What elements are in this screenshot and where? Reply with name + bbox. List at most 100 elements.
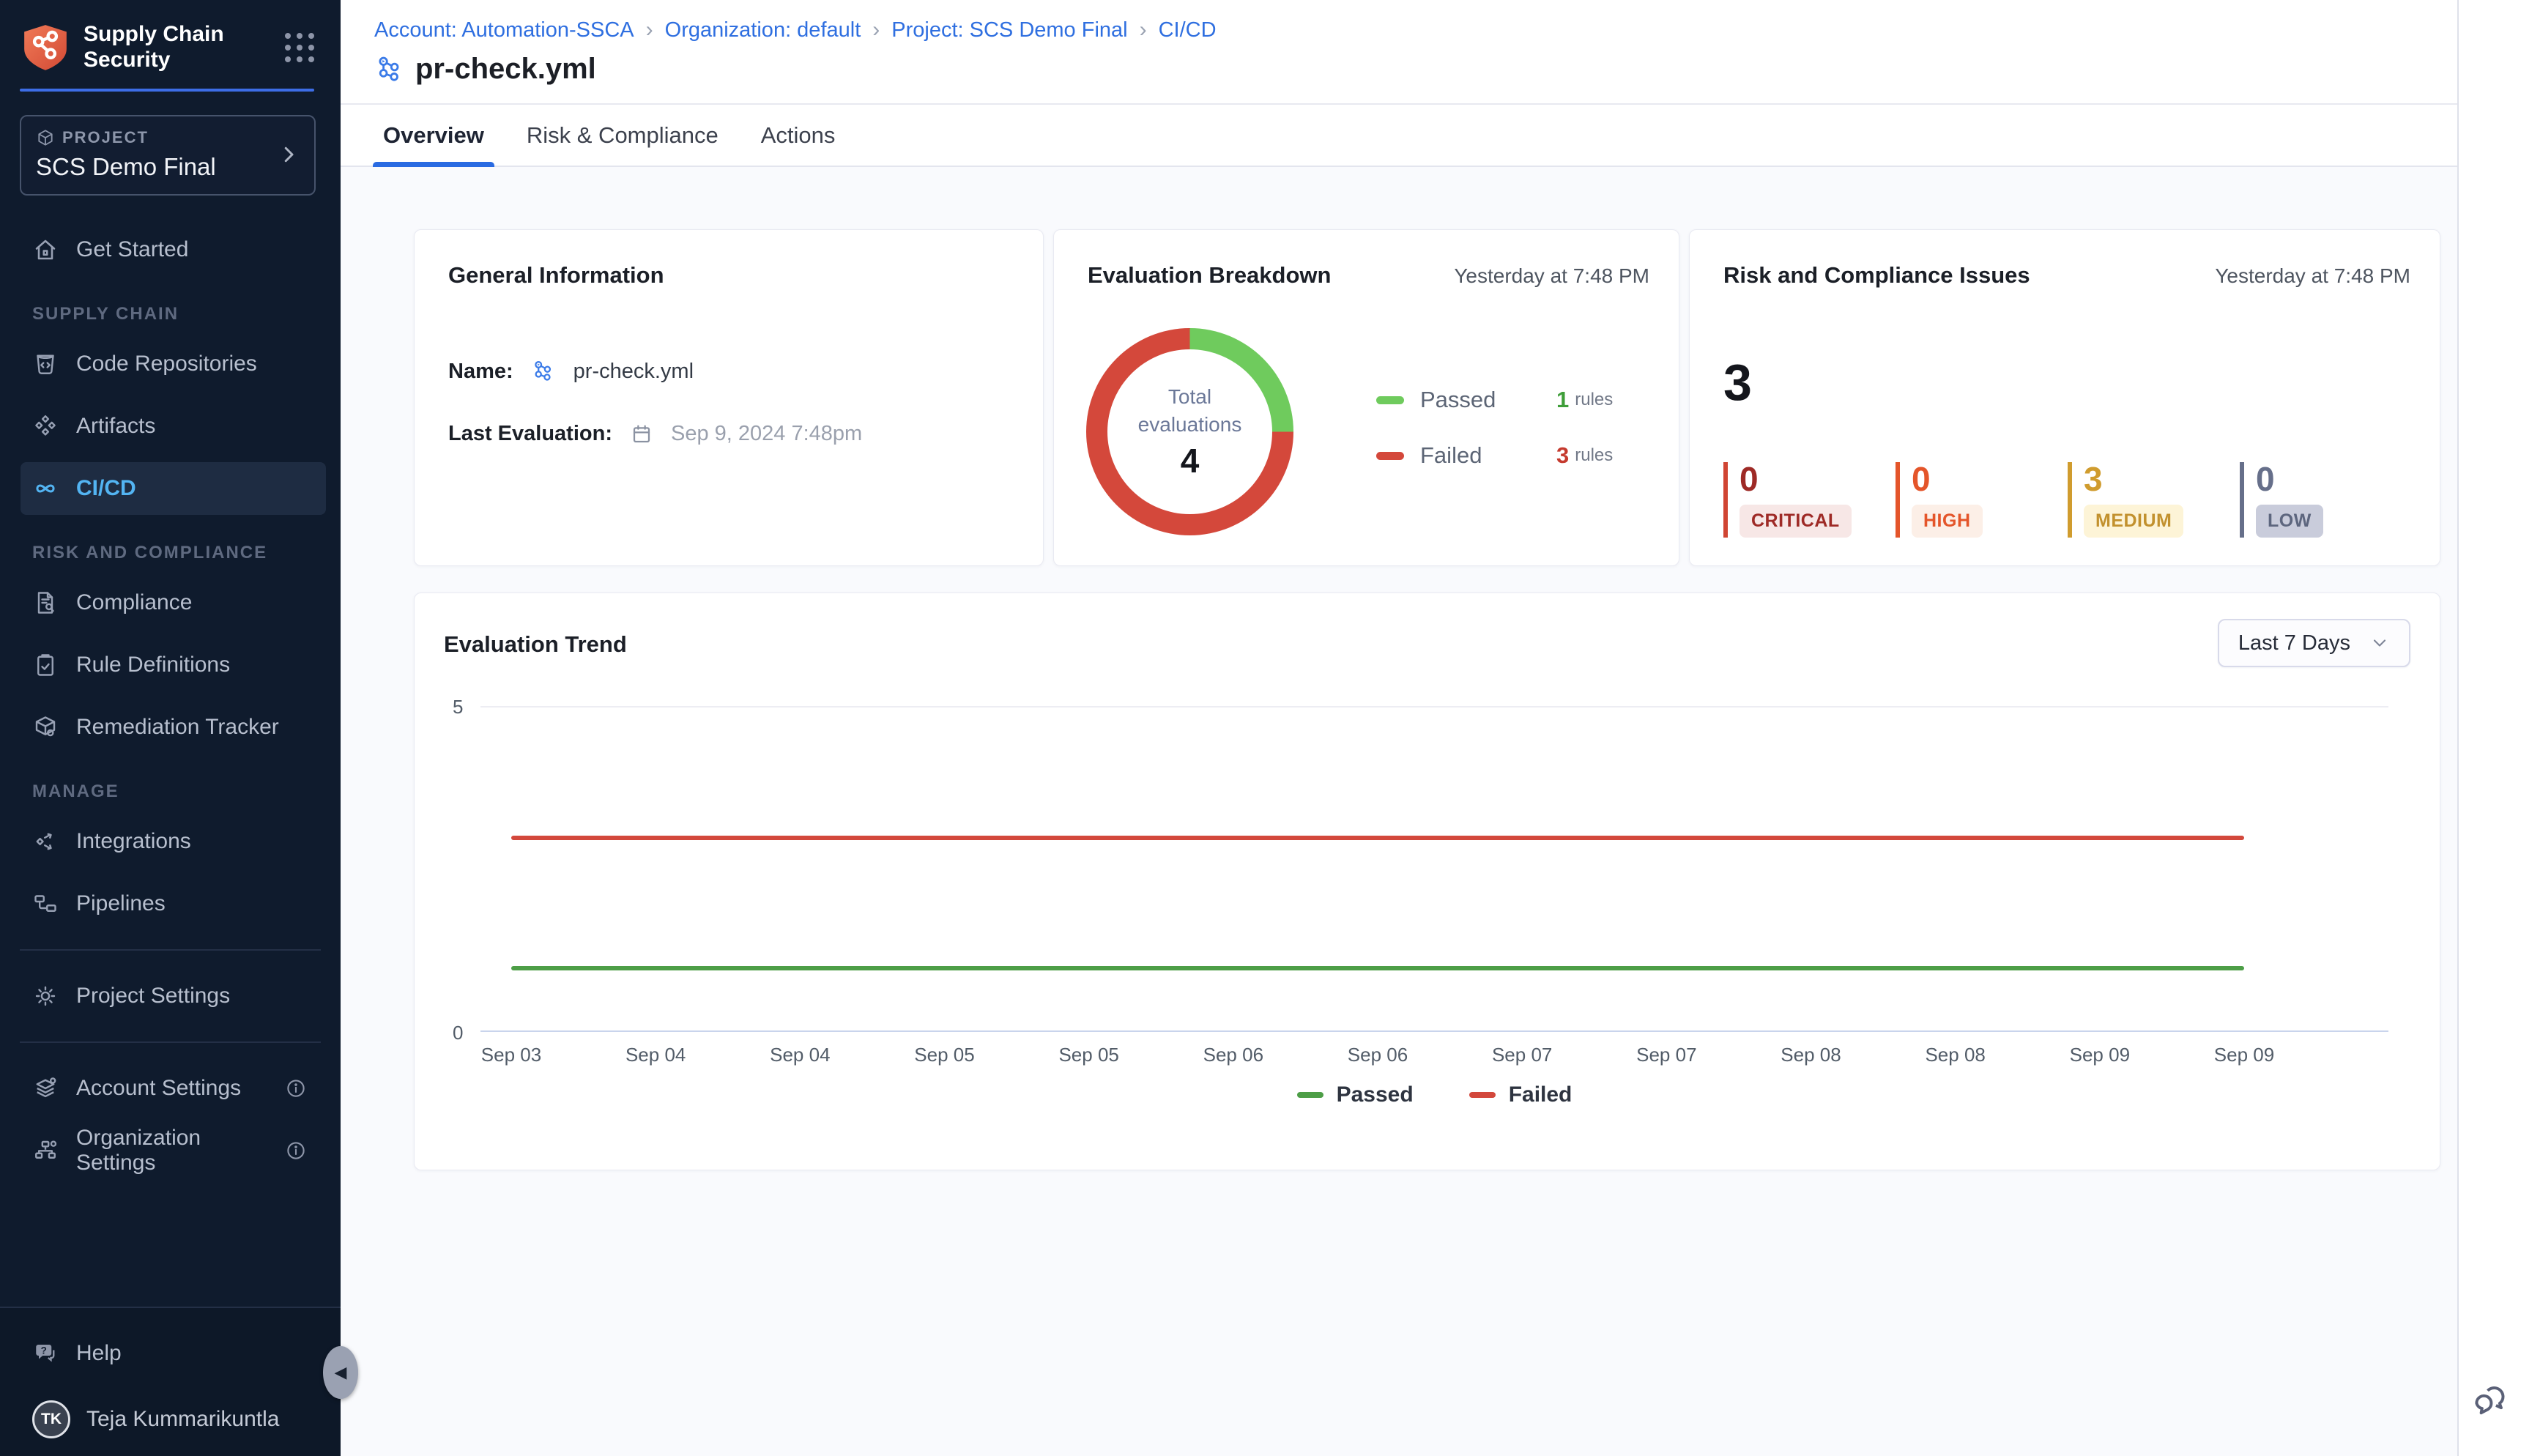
breadcrumb-account-link[interactable]: Account: Automation-SSCA — [374, 18, 634, 42]
project-selector[interactable]: PROJECT SCS Demo Final — [20, 115, 316, 196]
sidebar-item-remediation-tracker[interactable]: Remediation Tracker — [21, 701, 326, 754]
trend-line-passed — [511, 966, 2244, 970]
trend-x-tick: Sep 08 — [1781, 1044, 1841, 1066]
medium-badge: MEDIUM — [2084, 505, 2183, 538]
breadcrumb-separator: › — [872, 18, 880, 42]
trend-x-tick: Sep 05 — [1058, 1044, 1118, 1066]
trend-x-tick: Sep 09 — [2214, 1044, 2274, 1066]
sidebar-item-label: Organization Settings — [76, 1126, 267, 1175]
severity-critical: 0 CRITICAL — [1723, 462, 1896, 538]
support-chat-icon[interactable] — [2470, 1381, 2511, 1422]
breadcrumb-separator: › — [646, 18, 653, 42]
gear-icon — [32, 983, 59, 1009]
card-title: General Information — [448, 262, 1009, 289]
sidebar-item-organization-settings[interactable]: Organization Settings — [21, 1124, 326, 1177]
card-title: Evaluation Trend — [444, 631, 627, 658]
avatar: TK — [32, 1400, 70, 1438]
tab-actions[interactable]: Actions — [761, 105, 836, 166]
supply-chain-security-logo — [21, 23, 70, 72]
trend-plot: Sep 03Sep 04Sep 04Sep 05Sep 05Sep 06Sep … — [480, 706, 2388, 1032]
card-title: Risk and Compliance Issues — [1723, 262, 2030, 289]
sidebar-item-label: Help — [76, 1341, 122, 1366]
pipeline-file-icon — [374, 54, 405, 85]
sidebar-item-label: Code Repositories — [76, 352, 257, 376]
sidebar-item-rule-definitions[interactable]: Rule Definitions — [21, 639, 326, 691]
risk-compliance-issues-card: Risk and Compliance Issues Yesterday at … — [1689, 229, 2440, 566]
name-value: pr-check.yml — [573, 360, 694, 384]
help-chat-icon: ? — [32, 1340, 59, 1367]
y-axis-min-label: 0 — [453, 1022, 463, 1044]
critical-count: 0 — [1740, 462, 1896, 496]
sidebar-item-compliance[interactable]: Compliance — [21, 576, 326, 629]
calendar-icon — [630, 423, 653, 446]
sidebar-collapse-button[interactable]: ◀ — [323, 1346, 358, 1399]
high-badge: HIGH — [1912, 505, 1983, 538]
sidebar-item-label: Remediation Tracker — [76, 715, 279, 740]
sidebar-item-get-started[interactable]: Get Started — [21, 223, 326, 276]
legend-label: Failed — [1420, 442, 1537, 469]
breadcrumb: Account: Automation-SSCA › Organization:… — [374, 18, 2457, 42]
trend-legend: Passed Failed — [480, 1082, 2388, 1107]
sidebar-divider — [20, 1041, 321, 1043]
account-settings-layers-icon — [32, 1075, 59, 1102]
tab-risk-compliance[interactable]: Risk & Compliance — [527, 105, 719, 166]
trend-x-tick: Sep 08 — [1925, 1044, 1985, 1066]
artifacts-icon — [32, 413, 59, 439]
evaluation-trend-card: Evaluation Trend Last 7 Days 5 0 Sep 03S… — [414, 593, 2440, 1170]
sidebar-item-label: Get Started — [76, 237, 188, 262]
trend-x-tick: Sep 05 — [914, 1044, 974, 1066]
info-icon[interactable] — [285, 1140, 307, 1162]
page-title: pr-check.yml — [415, 53, 596, 86]
sidebar-item-label: Rule Definitions — [76, 653, 230, 677]
sidebar-item-artifacts[interactable]: Artifacts — [21, 400, 326, 453]
trend-x-tick: Sep 03 — [481, 1044, 541, 1066]
sidebar-item-help[interactable]: ? Help — [21, 1327, 326, 1380]
sidebar-item-project-settings[interactable]: Project Settings — [21, 970, 326, 1022]
passed-dash-icon — [1297, 1092, 1323, 1098]
sidebar-item-account-settings[interactable]: Account Settings — [21, 1062, 326, 1115]
last-evaluation-value: Sep 9, 2024 7:48pm — [671, 422, 862, 446]
passed-dash-icon — [1376, 396, 1404, 404]
breadcrumb-org-link[interactable]: Organization: default — [665, 18, 861, 42]
passed-count: 1 — [1556, 387, 1569, 413]
pipeline-file-icon — [531, 359, 556, 384]
sidebar-item-label: Pipelines — [76, 891, 166, 916]
trend-x-tick: Sep 06 — [1348, 1044, 1408, 1066]
high-count: 0 — [1912, 462, 2068, 496]
severity-high: 0 HIGH — [1896, 462, 2068, 538]
passed-unit: rules — [1575, 390, 1613, 410]
time-range-dropdown[interactable]: Last 7 Days — [2218, 619, 2410, 667]
user-name: Teja Kummarikuntla — [86, 1407, 279, 1432]
failed-dash-icon — [1376, 452, 1404, 460]
breadcrumb-separator: › — [1140, 18, 1147, 42]
info-icon[interactable] — [285, 1077, 307, 1099]
general-information-card: General Information Name: pr-check.yml L… — [414, 229, 1044, 566]
time-range-value: Last 7 Days — [2238, 631, 2350, 655]
tab-overview[interactable]: Overview — [383, 105, 484, 166]
sidebar-item-label: Integrations — [76, 829, 191, 854]
project-selector-value: SCS Demo Final — [36, 153, 278, 181]
sidebar-item-cicd[interactable]: CI/CD — [21, 462, 326, 515]
severity-medium: 3 MEDIUM — [2068, 462, 2240, 538]
breadcrumb-project-link[interactable]: Project: SCS Demo Final — [891, 18, 1127, 42]
legend-item-failed: Failed 3 rules — [1376, 442, 1613, 469]
trend-x-tick: Sep 06 — [1203, 1044, 1263, 1066]
legend-item-passed: Passed 1 rules — [1376, 387, 1613, 413]
trend-x-tick: Sep 07 — [1492, 1044, 1552, 1066]
low-badge: LOW — [2256, 505, 2323, 538]
app-switcher-icon[interactable] — [285, 33, 314, 62]
user-menu[interactable]: TK Teja Kummarikuntla — [0, 1400, 341, 1438]
donut-center-label: Total evaluations — [1128, 383, 1252, 439]
compliance-document-icon — [32, 590, 59, 616]
trend-x-tick: Sep 04 — [625, 1044, 686, 1066]
evaluation-breakdown-card: Evaluation Breakdown Yesterday at 7:48 P… — [1053, 229, 1679, 566]
sidebar-item-code-repositories[interactable]: Code Repositories — [21, 338, 326, 390]
sidebar-item-integrations[interactable]: Integrations — [21, 815, 326, 868]
breadcrumb-cicd-link[interactable]: CI/CD — [1159, 18, 1217, 42]
sidebar-item-label: Account Settings — [76, 1076, 241, 1101]
legend-label: Passed — [1420, 387, 1537, 413]
card-title: Evaluation Breakdown — [1088, 262, 1331, 289]
sidebar-item-pipelines[interactable]: Pipelines — [21, 877, 326, 930]
trend-line-failed — [511, 836, 2244, 840]
sidebar-item-label: Artifacts — [76, 414, 155, 439]
